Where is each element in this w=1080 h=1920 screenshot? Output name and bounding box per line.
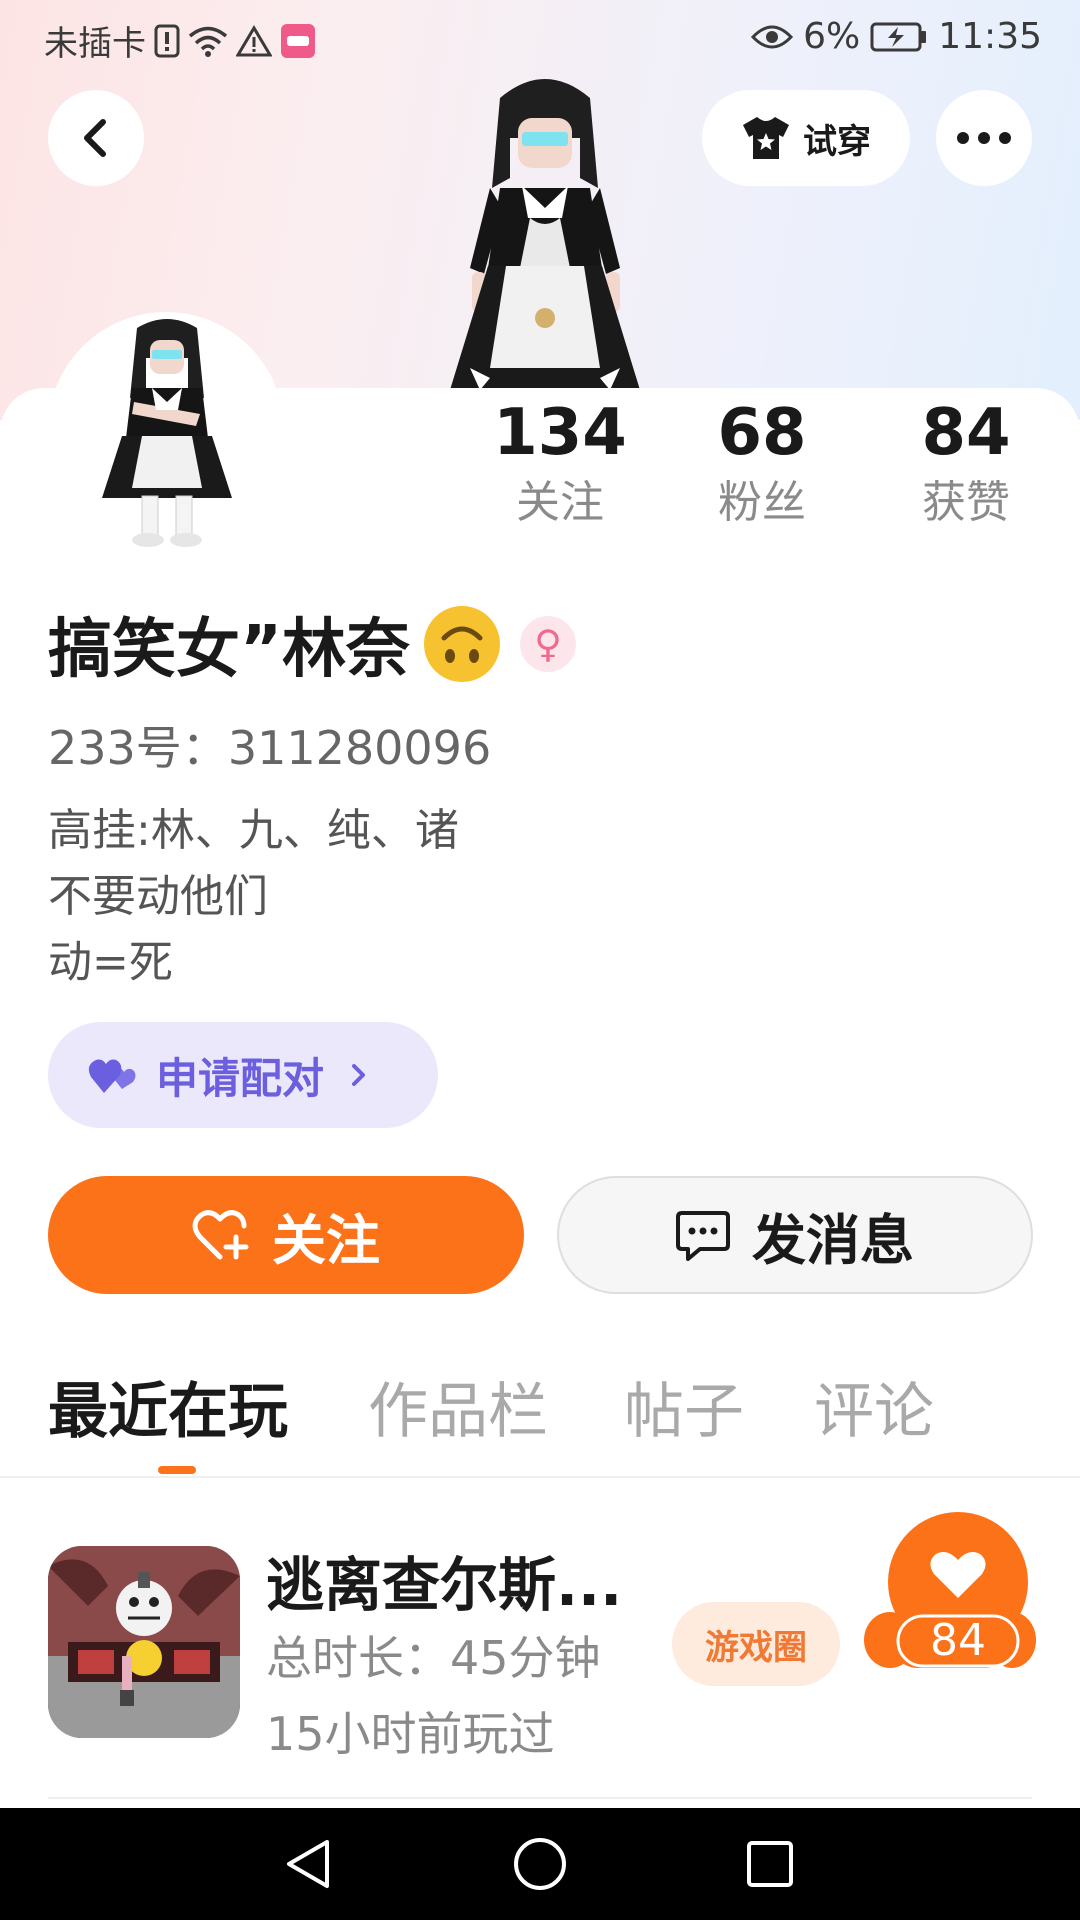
follow-button[interactable]: 关注	[48, 1176, 524, 1294]
nav-recents-button[interactable]	[734, 1828, 806, 1900]
tab-recently-played[interactable]: 最近在玩	[48, 1370, 288, 1454]
heart-plus-icon	[192, 1210, 249, 1260]
like-button[interactable]: 84	[864, 1512, 1036, 1692]
battery-percent: 6%	[803, 16, 861, 57]
game-last-played: 15小时前玩过	[266, 1707, 555, 1761]
alert-sim-icon	[154, 24, 180, 58]
stat-likes-label: 获赞	[922, 477, 1010, 528]
profile-stats: 134 关注 68 粉丝 84 获赞	[0, 395, 1080, 545]
chevron-right-icon	[352, 1064, 366, 1086]
send-message-button[interactable]: 发消息	[557, 1176, 1033, 1294]
square-recents-icon	[747, 1841, 793, 1887]
chat-bubble-icon	[676, 1211, 730, 1261]
tshirt-star-icon	[743, 117, 789, 159]
triangle-back-icon	[287, 1840, 329, 1888]
system-navigation-bar	[0, 1808, 1080, 1920]
follow-label: 关注	[272, 1208, 380, 1272]
profile-name-row: 搞笑女”林奈 ♀	[48, 598, 577, 690]
stat-followers-value: 68	[717, 396, 807, 470]
battery-charging-icon	[870, 22, 928, 52]
stat-following-value: 134	[493, 396, 627, 470]
game-circle-button[interactable]: 游戏圈	[672, 1602, 840, 1686]
apply-pair-label: 申请配对	[156, 1053, 325, 1103]
app-notification-icon	[280, 23, 316, 59]
stat-likes[interactable]: 84 获赞	[886, 395, 1046, 533]
more-dots-icon	[957, 132, 1011, 144]
eye-icon	[751, 23, 794, 51]
chevron-left-icon	[84, 119, 106, 157]
stat-likes-value: 84	[921, 396, 1011, 470]
try-on-button[interactable]: 试穿	[702, 90, 910, 186]
user-id-value: 311280096	[227, 721, 492, 775]
profile-tabs: 最近在玩 作品栏 帖子 评论	[0, 1370, 1080, 1478]
clock-time: 11:35	[938, 16, 1042, 57]
double-heart-icon	[88, 1059, 136, 1093]
more-options-button[interactable]	[936, 90, 1032, 186]
stat-following[interactable]: 134 关注	[480, 395, 640, 533]
character-illustration	[450, 79, 640, 390]
game-title[interactable]: 逃离查尔斯...	[266, 1538, 622, 1622]
circle-home-icon	[514, 1838, 566, 1890]
warning-icon	[236, 24, 272, 57]
game-total-time: 总时长：45分钟	[266, 1631, 601, 1685]
profile-bio: 高挂:林、九、纯、诸 不要动他们 动=死	[48, 798, 459, 996]
back-button[interactable]	[48, 90, 144, 186]
tab-works[interactable]: 作品栏	[368, 1370, 548, 1454]
send-message-label: 发消息	[752, 1208, 914, 1272]
stat-following-label: 关注	[516, 477, 604, 528]
female-gender-icon: ♀	[520, 616, 577, 672]
bio-line: 不要动他们	[48, 871, 268, 922]
nav-back-button[interactable]	[272, 1828, 344, 1900]
like-count: 84	[930, 1615, 986, 1666]
nav-home-button[interactable]	[504, 1828, 576, 1900]
tab-posts[interactable]: 帖子	[624, 1370, 744, 1454]
user-id: 233号：311280096	[48, 712, 491, 778]
bio-line: 高挂:林、九、纯、诸	[48, 805, 459, 856]
bio-line: 动=死	[48, 937, 173, 988]
apply-pair-button[interactable]: 申请配对	[48, 1022, 438, 1128]
stat-followers[interactable]: 68 粉丝	[682, 395, 842, 533]
active-tab-indicator	[158, 1466, 196, 1474]
try-on-label: 试穿	[803, 121, 871, 162]
wifi-icon	[188, 25, 228, 57]
list-item[interactable]: 逃离查尔斯... 总时长：45分钟 15小时前玩过 游戏圈 84	[0, 1500, 1080, 1800]
stat-followers-label: 粉丝	[718, 477, 806, 528]
upside-down-face-emoji-icon	[424, 606, 501, 682]
tab-comments[interactable]: 评论	[814, 1370, 934, 1454]
profile-name: 搞笑女”林奈	[48, 613, 411, 687]
carrier-text: 未插卡	[44, 24, 146, 64]
status-bar: 未插卡 6% 11:35	[0, 0, 1080, 76]
game-thumbnail[interactable]	[48, 1546, 240, 1738]
user-id-label: 233号：	[48, 721, 228, 775]
list-divider	[48, 1797, 1032, 1799]
